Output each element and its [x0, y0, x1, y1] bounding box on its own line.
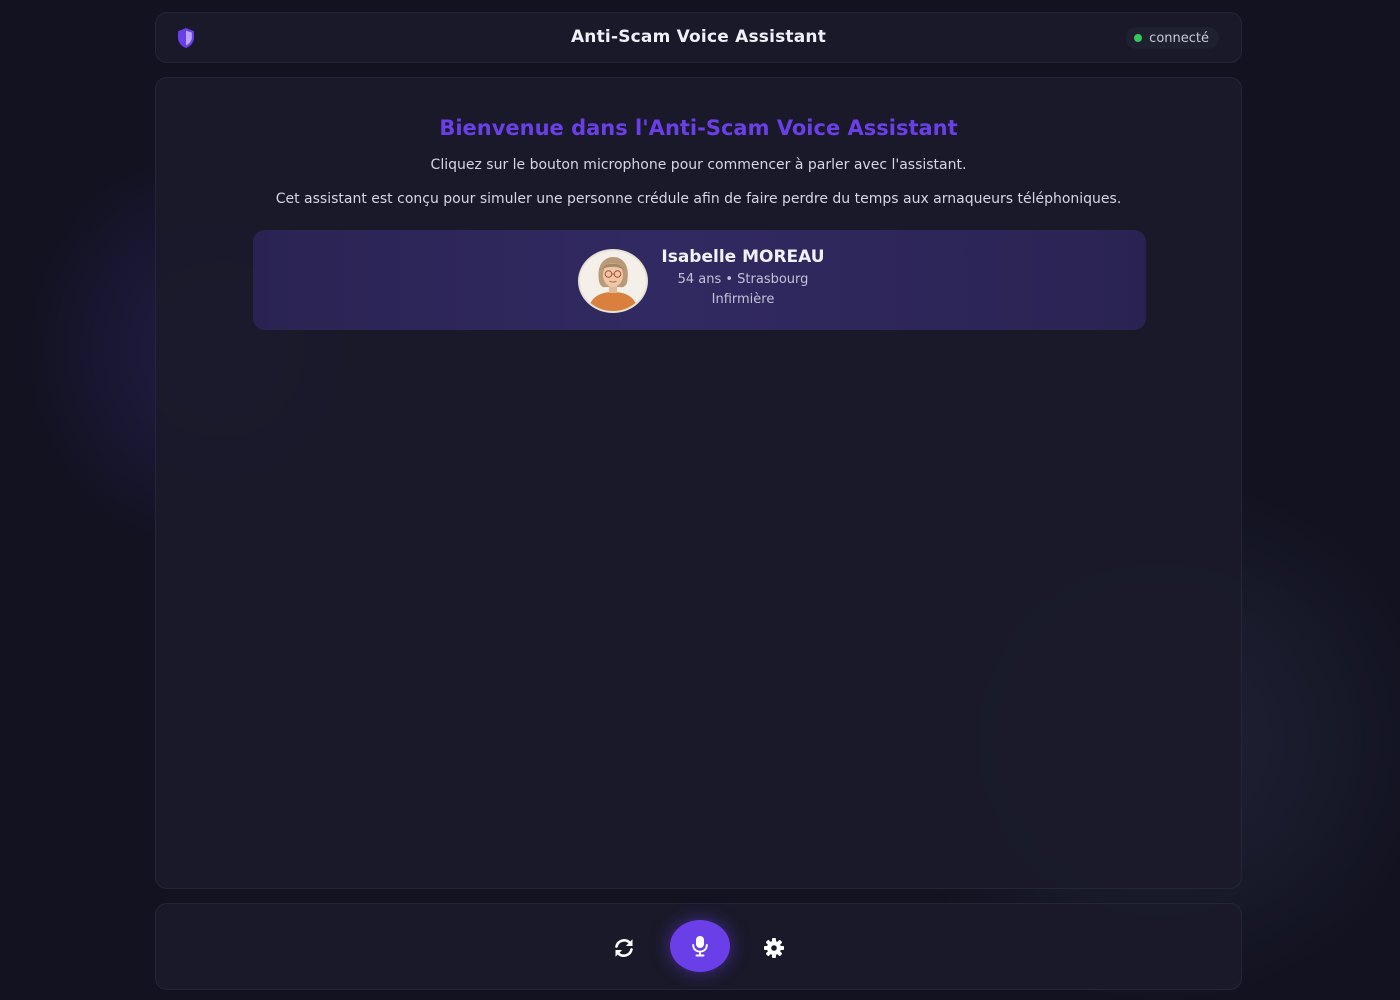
- controls-bar: [155, 903, 1242, 990]
- status-label: connecté: [1149, 30, 1209, 46]
- persona-name: Isabelle MOREAU: [661, 247, 825, 267]
- connection-status-badge: connecté: [1126, 27, 1219, 49]
- persona-occupation: Infirmière: [711, 292, 775, 307]
- refresh-button[interactable]: [608, 932, 640, 964]
- persona-info: Isabelle MOREAU 54 ans • Strasbourg Infi…: [648, 247, 838, 307]
- persona-age-city: 54 ans • Strasbourg: [677, 272, 809, 287]
- app-title: Anti-Scam Voice Assistant: [570, 27, 827, 47]
- welcome-description: Cet assistant est conçu pour simuler une…: [275, 191, 1122, 207]
- refresh-icon: [615, 939, 633, 957]
- microphone-icon: [692, 936, 708, 957]
- persona-avatar: [578, 249, 648, 313]
- app-header: Anti-Scam Voice Assistant connecté: [155, 12, 1242, 63]
- status-dot-icon: [1134, 34, 1143, 42]
- welcome-title: Bienvenue dans l'Anti-Scam Voice Assista…: [439, 116, 958, 140]
- gear-icon: [764, 938, 784, 958]
- conversation-panel: Bienvenue dans l'Anti-Scam Voice Assista…: [155, 77, 1242, 889]
- microphone-button[interactable]: [670, 920, 730, 972]
- settings-button[interactable]: [758, 932, 790, 964]
- welcome-instruction: Cliquez sur le bouton microphone pour co…: [430, 157, 967, 173]
- persona-card: Isabelle MOREAU 54 ans • Strasbourg Infi…: [253, 230, 1146, 330]
